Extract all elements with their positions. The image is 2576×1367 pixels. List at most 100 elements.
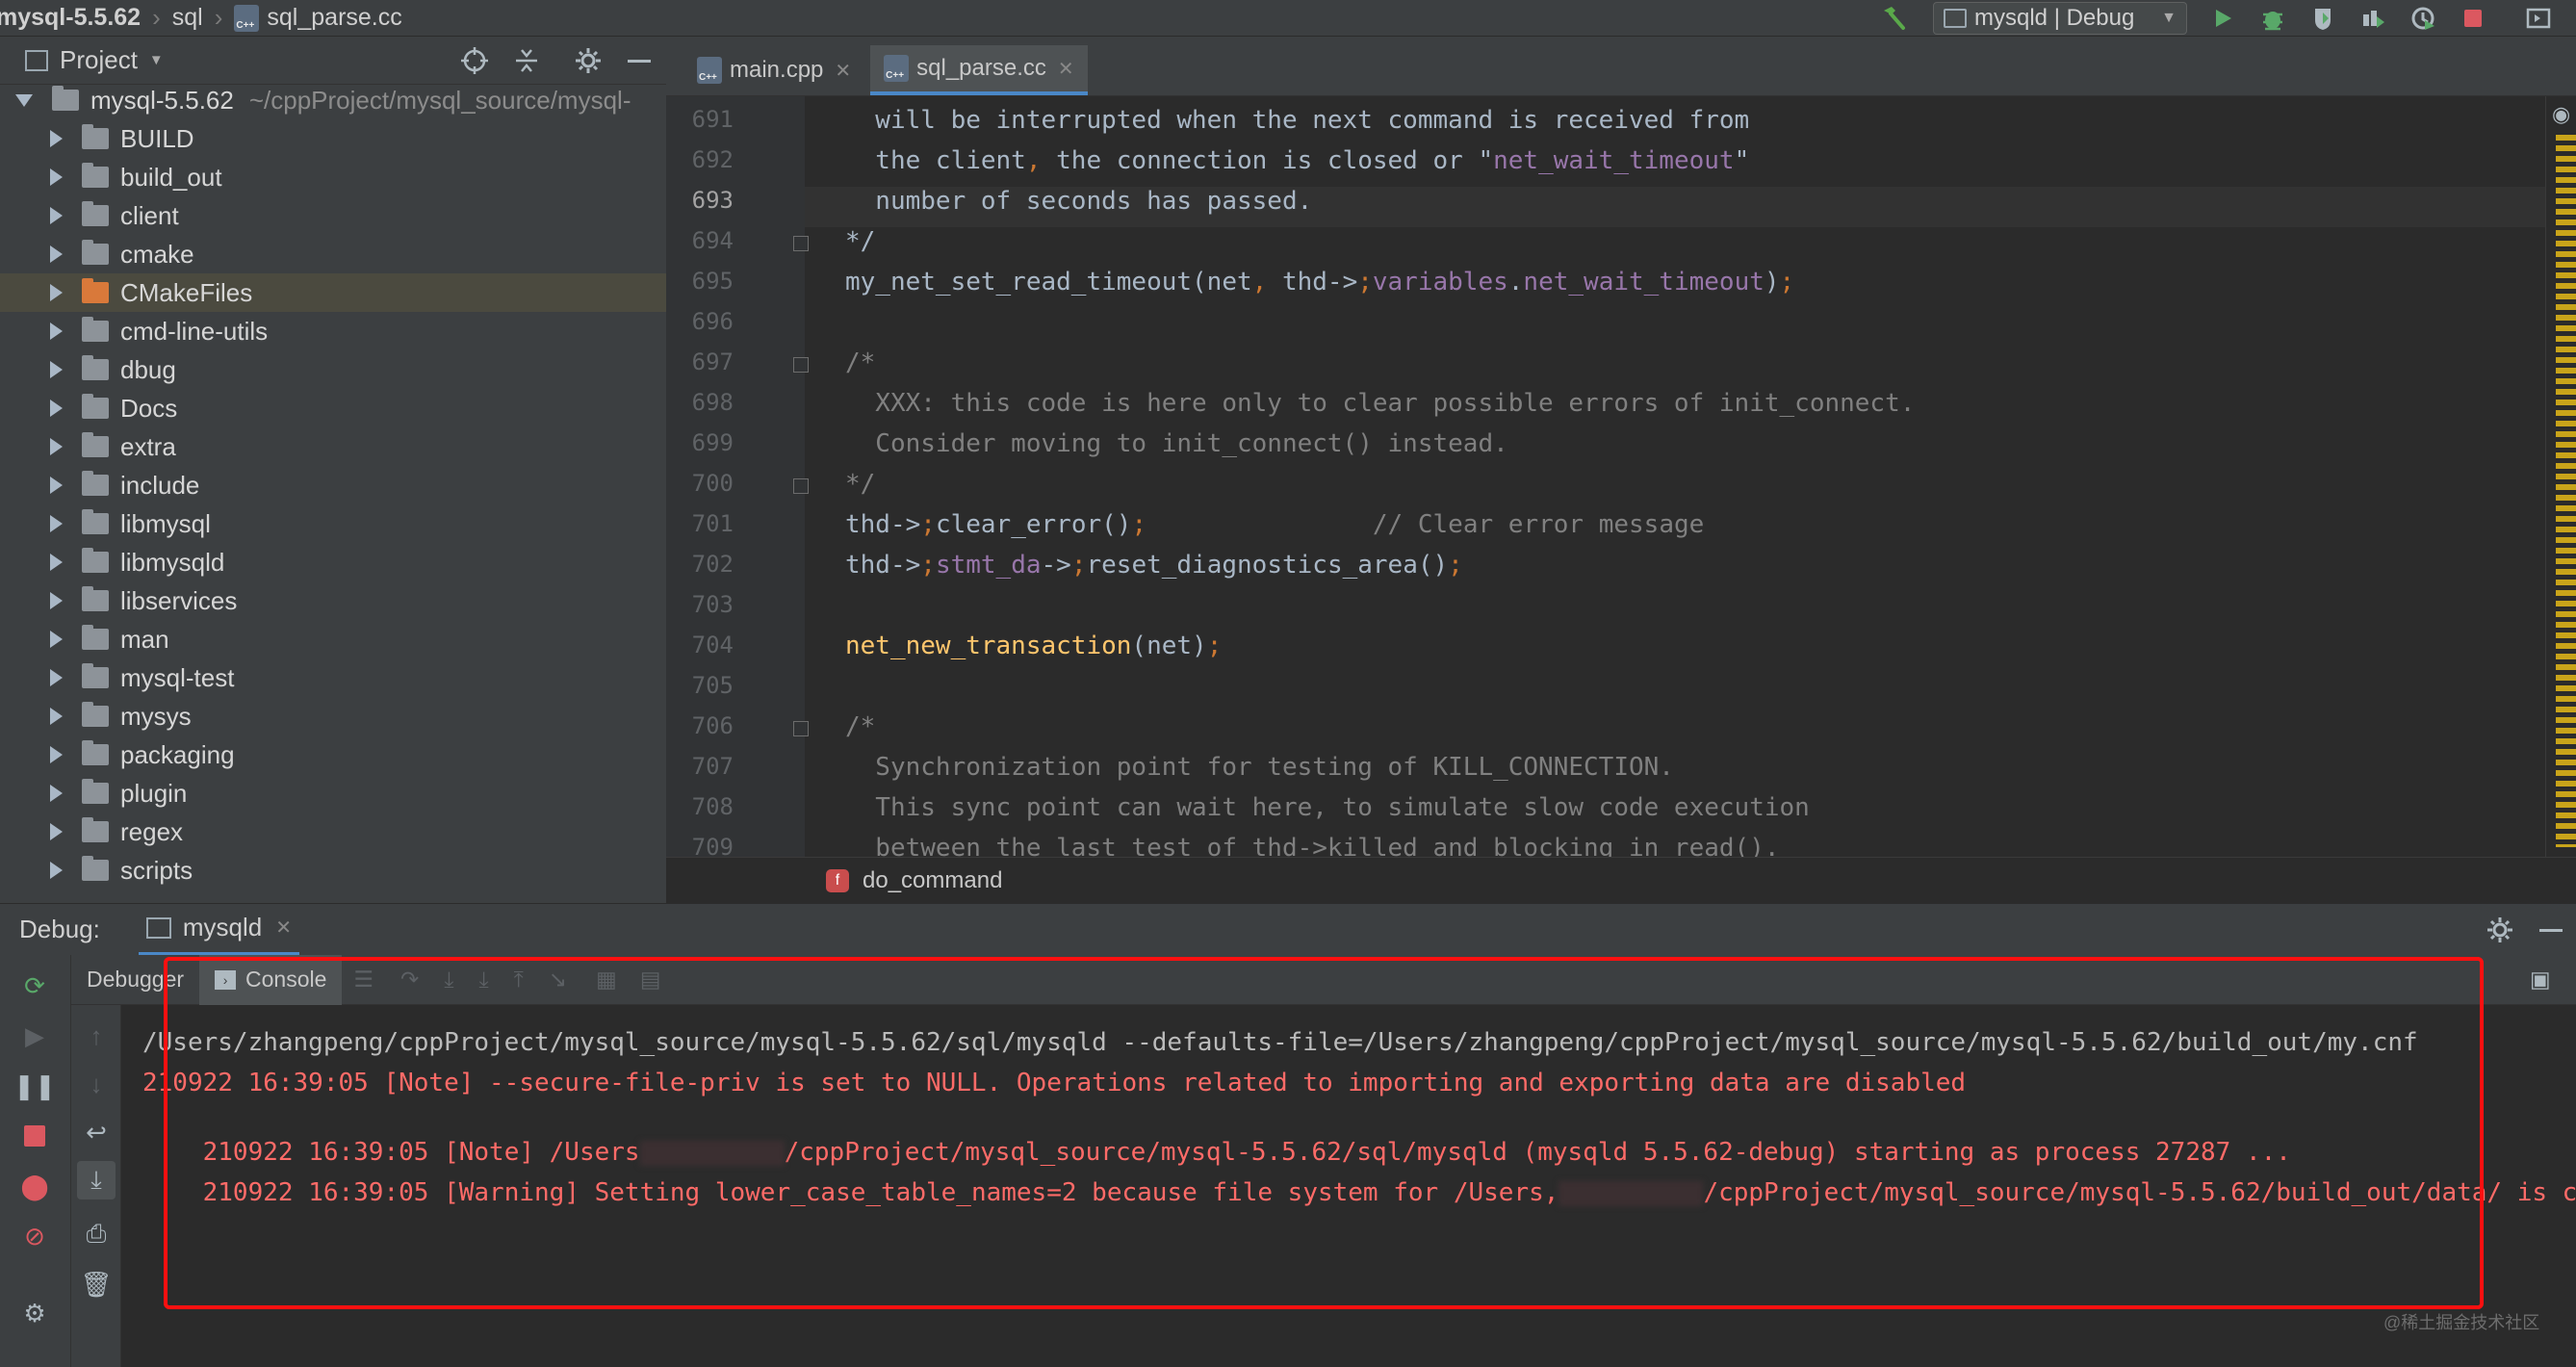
tree-folder-item[interactable]: client: [0, 196, 666, 235]
hammer-icon[interactable]: [1877, 2, 1910, 35]
step-over-icon[interactable]: ↷: [400, 967, 419, 993]
expand-arrow-icon[interactable]: [50, 130, 63, 147]
coverage-icon[interactable]: [2306, 2, 2339, 35]
view-breakpoints-icon[interactable]: ⬤: [15, 1167, 54, 1205]
attach-icon[interactable]: [2407, 2, 2439, 35]
tree-folder-item[interactable]: mysys: [0, 697, 666, 735]
expand-arrow-icon[interactable]: [50, 361, 63, 378]
expand-arrow-icon[interactable]: [50, 400, 63, 417]
tree-folder-item[interactable]: libservices: [0, 581, 666, 620]
tree-folder-item[interactable]: libmysqld: [0, 543, 666, 581]
step-into-icon[interactable]: ⤓: [444, 967, 453, 993]
expand-arrow-icon[interactable]: [15, 93, 33, 107]
tab-console[interactable]: › Console: [199, 954, 343, 1005]
expand-arrow-icon[interactable]: [50, 708, 63, 725]
profile-icon[interactable]: [2357, 2, 2389, 35]
gear-icon[interactable]: [2486, 916, 2514, 951]
fold-marker-icon[interactable]: [793, 357, 809, 373]
fold-marker-icon[interactable]: [793, 236, 809, 251]
fold-marker-icon[interactable]: [793, 721, 809, 736]
tree-folder-item[interactable]: man: [0, 620, 666, 658]
function-breadcrumb[interactable]: f do_command: [666, 857, 2576, 903]
mute-breakpoints-icon[interactable]: ⊘: [15, 1217, 54, 1255]
locate-file-icon[interactable]: [460, 46, 489, 82]
tree-folder-item[interactable]: plugin: [0, 774, 666, 812]
tree-folder-item[interactable]: Docs: [0, 389, 666, 427]
memory-view-icon[interactable]: ▤: [640, 967, 661, 993]
layout-list-icon[interactable]: ☰: [353, 967, 374, 993]
tree-folder-item[interactable]: dbug: [0, 350, 666, 389]
tree-folder-item[interactable]: extra: [0, 427, 666, 466]
console-output[interactable]: /Users/zhangpeng/cppProject/mysql_source…: [121, 1005, 2576, 1367]
breadcrumb-folder[interactable]: sql: [172, 4, 203, 32]
evaluate-expression-icon[interactable]: ▦: [596, 967, 617, 993]
expand-arrow-icon[interactable]: [50, 245, 63, 263]
tree-folder-item[interactable]: CMakeFiles: [0, 273, 666, 312]
chevron-down-icon[interactable]: ▼: [149, 52, 164, 68]
tree-folder-item[interactable]: regex: [0, 812, 666, 851]
rerun-icon[interactable]: ⟳: [15, 967, 54, 1005]
debug-icon[interactable]: [2256, 2, 2289, 35]
tree-folder-item[interactable]: packaging: [0, 735, 666, 774]
close-icon[interactable]: ✕: [835, 59, 851, 83]
resume-icon[interactable]: ▶: [15, 1017, 54, 1055]
minimize-icon[interactable]: [2539, 929, 2563, 932]
project-panel-title[interactable]: Project: [60, 45, 138, 75]
print-icon[interactable]: ⎙: [77, 1215, 116, 1253]
up-arrow-icon[interactable]: ↑: [77, 1017, 116, 1055]
collapse-all-icon[interactable]: [512, 46, 541, 82]
expand-arrow-icon[interactable]: [50, 284, 63, 301]
tree-folder-item[interactable]: build_out: [0, 158, 666, 196]
pause-icon[interactable]: ❚❚: [13, 1067, 56, 1105]
fold-marker-icon[interactable]: [793, 478, 809, 494]
restore-layout-icon[interactable]: ▣: [2530, 967, 2551, 993]
tab-main-cpp[interactable]: main.cpp ✕: [683, 45, 864, 95]
tree-folder-item[interactable]: include: [0, 466, 666, 504]
expand-arrow-icon[interactable]: [50, 207, 63, 224]
expand-arrow-icon[interactable]: [50, 669, 63, 686]
minimize-icon[interactable]: [628, 60, 651, 63]
trash-icon[interactable]: 🗑: [77, 1265, 116, 1303]
eye-icon[interactable]: ◉: [2552, 102, 2570, 127]
stop-icon[interactable]: [15, 1117, 54, 1155]
force-step-into-icon[interactable]: ⤓: [479, 967, 489, 993]
expand-arrow-icon[interactable]: [50, 168, 63, 186]
close-icon[interactable]: ✕: [1058, 57, 1074, 81]
scroll-to-end-icon[interactable]: ⤓: [77, 1161, 116, 1199]
tab-debugger[interactable]: Debugger: [71, 955, 199, 1005]
gear-icon[interactable]: [574, 46, 603, 82]
run-configuration-select[interactable]: mysqld | Debug ▼: [1933, 2, 2187, 35]
expand-arrow-icon[interactable]: [50, 477, 63, 494]
code-editor[interactable]: 691 692 693 694 695 696 697 698 699 700 701 702 703 7…: [666, 96, 2545, 857]
run-to-cursor-icon[interactable]: ↘: [549, 967, 567, 993]
error-stripe-scrollbar[interactable]: ◉: [2545, 96, 2576, 857]
soft-wrap-icon[interactable]: ↩: [77, 1113, 116, 1151]
tree-folder-item[interactable]: BUILD: [0, 119, 666, 158]
run-icon[interactable]: [2206, 2, 2239, 35]
tree-root[interactable]: mysql-5.5.62 ~/cppProject/mysql_source/m…: [0, 85, 666, 119]
expand-arrow-icon[interactable]: [50, 592, 63, 609]
breadcrumb-project[interactable]: mysql-5.5.62: [0, 4, 141, 32]
session-tab[interactable]: mysqld ✕: [138, 904, 299, 956]
layout-icon[interactable]: [2522, 2, 2555, 35]
expand-arrow-icon[interactable]: [50, 554, 63, 571]
expand-arrow-icon[interactable]: [50, 862, 63, 879]
tree-folder-item[interactable]: cmd-line-utils: [0, 312, 666, 350]
tree-folder-item[interactable]: cmake: [0, 235, 666, 273]
tree-folder-item[interactable]: libmysql: [0, 504, 666, 543]
tree-folder-item[interactable]: mysql-test: [0, 658, 666, 697]
expand-arrow-icon[interactable]: [50, 631, 63, 648]
breadcrumb-file[interactable]: sql_parse.cc: [267, 4, 401, 32]
tree-folder-item[interactable]: scripts: [0, 851, 666, 890]
expand-arrow-icon[interactable]: [50, 515, 63, 532]
expand-arrow-icon[interactable]: [50, 438, 63, 455]
gear-icon[interactable]: ⚙: [15, 1294, 54, 1332]
expand-arrow-icon[interactable]: [50, 785, 63, 802]
expand-arrow-icon[interactable]: [50, 322, 63, 340]
stop-icon[interactable]: [2457, 2, 2489, 35]
down-arrow-icon[interactable]: ↓: [77, 1065, 116, 1103]
expand-arrow-icon[interactable]: [50, 823, 63, 840]
expand-arrow-icon[interactable]: [50, 746, 63, 763]
close-icon[interactable]: ✕: [275, 916, 292, 940]
tab-sql-parse-cc[interactable]: sql_parse.cc ✕: [870, 45, 1088, 95]
